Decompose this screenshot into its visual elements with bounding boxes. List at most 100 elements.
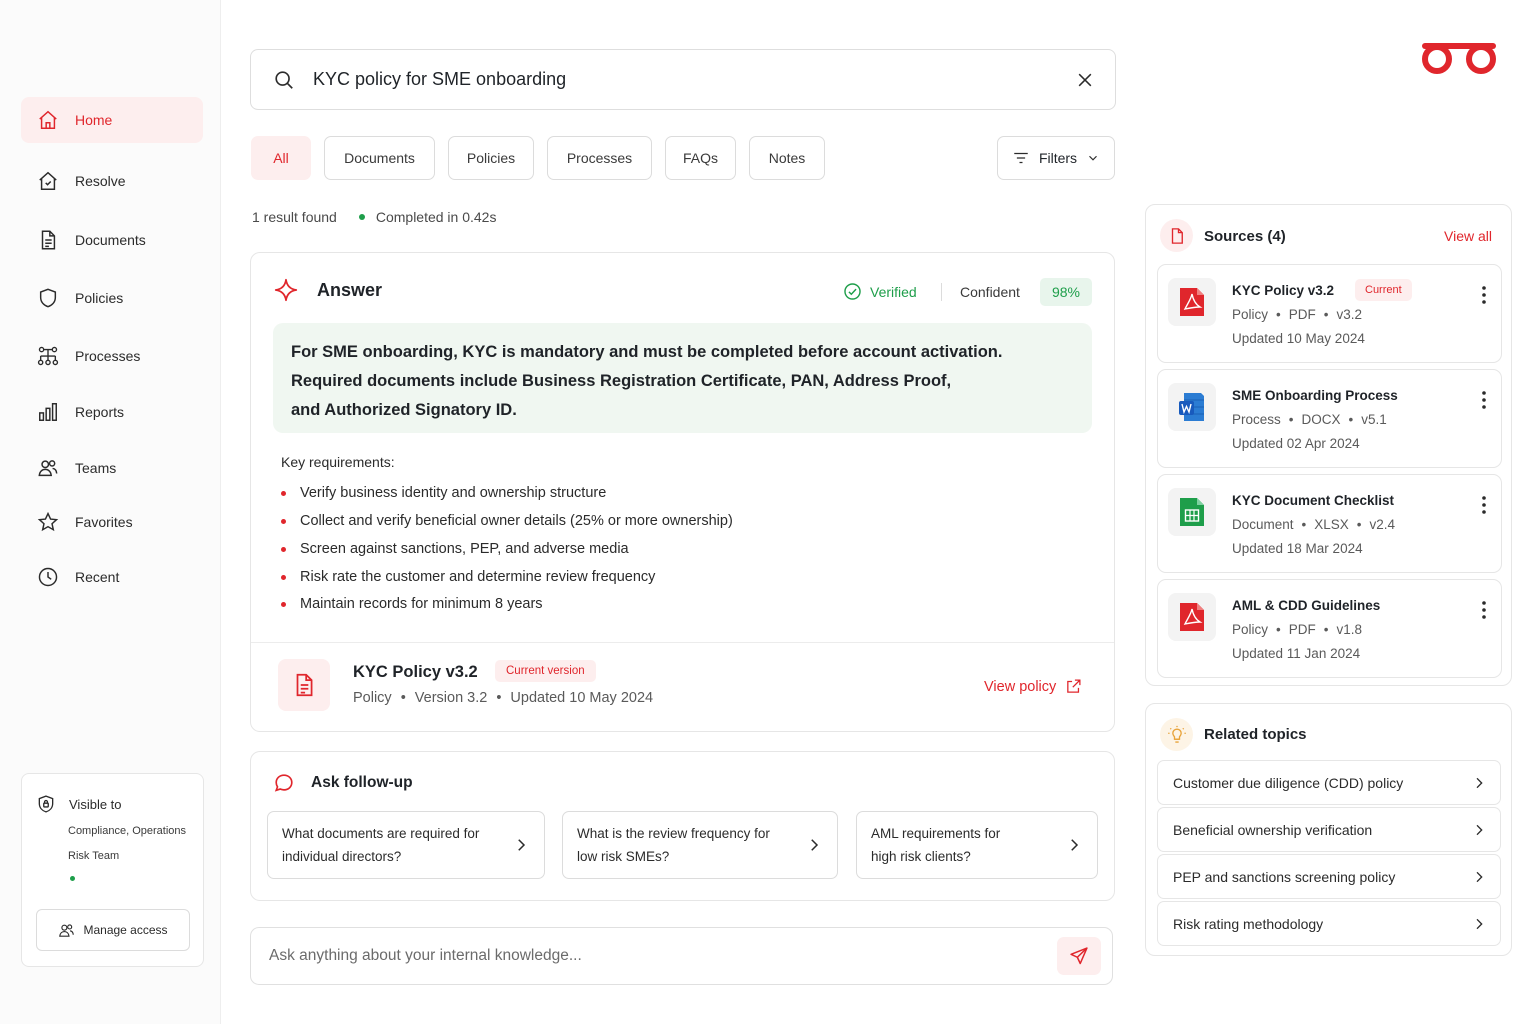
requirement-item: Maintain records for minimum 8 years (281, 596, 543, 612)
answer-summary-line: Required documents include Business Regi… (291, 372, 952, 390)
chevron-right-icon (1476, 824, 1483, 836)
ask-input[interactable]: Ask anything about your internal knowled… (269, 947, 582, 965)
bar-chart-icon (35, 399, 61, 425)
source-updated: Updated 10 May 2024 (1232, 331, 1365, 346)
status-dot (358, 214, 365, 220)
check-circle-icon (844, 283, 861, 300)
more-vertical-icon[interactable] (1481, 495, 1487, 515)
policy-file-icon (278, 659, 330, 711)
close-icon[interactable] (1075, 70, 1095, 90)
result-count: 1 result found (252, 209, 337, 225)
related-topics-panel: Related topics Customer due diligence (C… (1145, 703, 1512, 956)
chevron-down-icon (1089, 155, 1097, 161)
result-meta: 1 result found Completed in 0.42s (252, 209, 496, 225)
tab-processes[interactable]: Processes (547, 136, 652, 180)
chevron-right-icon (1476, 918, 1483, 930)
related-topic-item[interactable]: Beneficial ownership verification (1157, 807, 1501, 852)
external-link-icon (1067, 679, 1081, 693)
related-topic-item[interactable]: Risk rating methodology (1157, 901, 1501, 946)
sidebar-item-policies[interactable]: Policies (21, 275, 203, 321)
follow-up-question[interactable]: What is the review frequency for low ris… (562, 811, 838, 879)
source-meta: Policy • PDF • v3.2 (1232, 307, 1363, 322)
confidence-badge: 98% (1040, 278, 1092, 306)
filter-icon (1014, 152, 1028, 164)
view-policy-link[interactable]: View policy (984, 678, 1082, 695)
access-title: Visible to (36, 794, 122, 814)
bullet (281, 490, 286, 496)
related-topic-item[interactable]: Customer due diligence (CDD) policy (1157, 760, 1501, 805)
filters-button[interactable]: Filters (997, 136, 1115, 180)
answer-summary-line: For SME onboarding, KYC is mandatory and… (291, 343, 1003, 361)
view-all-link[interactable]: View all (1444, 228, 1492, 244)
source-card[interactable]: AML & CDD Guidelines Policy • PDF • v1.8 Upd… (1157, 579, 1502, 678)
sidebar-item-resolve[interactable]: Resolve (21, 158, 203, 204)
result-time: Completed in 0.42s (375, 209, 497, 225)
more-vertical-icon[interactable] (1481, 390, 1487, 410)
source-card[interactable]: KYC Policy v3.2 Current Policy • PDF • v3.2 … (1157, 264, 1502, 363)
follow-up-header: Ask follow-up (273, 772, 413, 794)
follow-up-card: Ask follow-up What documents are require… (250, 751, 1115, 901)
confidence-label: Confident (960, 284, 1020, 300)
home-icon (35, 107, 61, 133)
sidebar-item-label: Resolve (75, 173, 126, 189)
document-icon (296, 673, 313, 697)
sources-icon-wrap (1160, 219, 1193, 252)
bullet (281, 601, 286, 607)
sidebar-item-documents[interactable]: Documents (21, 217, 203, 263)
tab-faqs[interactable]: FAQs (665, 136, 736, 180)
bullet (281, 518, 286, 524)
source-updated: Updated 18 Mar 2024 (1232, 541, 1363, 556)
sidebar-item-label: Policies (75, 290, 124, 306)
tab-policies[interactable]: Policies (448, 136, 534, 180)
pdf-file-icon (1168, 278, 1216, 326)
related-topic-item[interactable]: PEP and sanctions screening policy (1157, 854, 1501, 899)
more-vertical-icon[interactable] (1481, 600, 1487, 620)
sidebar-item-label: Documents (75, 232, 146, 248)
status-dot (70, 876, 75, 881)
source-name: SME Onboarding Process (1232, 388, 1398, 403)
chevron-right-icon (1476, 871, 1483, 883)
search-bar[interactable]: KYC policy for SME onboarding (250, 49, 1116, 110)
chevron-right-icon (1476, 777, 1483, 789)
sidebar-item-processes[interactable]: Processes (21, 333, 203, 379)
sidebar-item-label: Processes (75, 348, 141, 364)
sidebar-item-favorites[interactable]: Favorites (21, 499, 203, 545)
source-name: KYC Policy v3.2 (1232, 283, 1335, 298)
chevron-right-icon (518, 839, 526, 851)
source-card[interactable]: SME Onboarding Process Process • DOCX • v5.1… (1157, 369, 1502, 468)
follow-up-question[interactable]: AML requirements for high risk clients? (856, 811, 1098, 879)
users-icon (35, 455, 61, 481)
source-updated: Updated 11 Jan 2024 (1232, 646, 1361, 661)
sidebar-item-label: Teams (75, 460, 117, 476)
lightbulb-icon-wrap (1160, 718, 1193, 751)
sidebar-item-teams[interactable]: Teams (21, 445, 203, 491)
send-button[interactable] (1057, 937, 1101, 975)
more-vertical-icon[interactable] (1481, 285, 1487, 305)
requirement-item: Risk rate the customer and determine rev… (281, 569, 655, 585)
answer-header: Answer (273, 277, 382, 303)
answer-summary-line: and Authorized Signatory ID. (291, 401, 517, 419)
chevron-right-icon (1071, 839, 1079, 851)
tab-notes[interactable]: Notes (749, 136, 825, 180)
search-input[interactable]: KYC policy for SME onboarding (313, 69, 1075, 90)
star-icon (35, 509, 61, 535)
requirement-item: Screen against sanctions, PEP, and adver… (281, 541, 629, 557)
follow-up-question[interactable]: What documents are required for individu… (267, 811, 545, 879)
shield-icon (35, 285, 61, 311)
resolve-icon (35, 168, 61, 194)
source-card[interactable]: KYC Document Checklist Document • XLSX • v2.… (1157, 474, 1502, 573)
tab-all[interactable]: All (251, 136, 311, 180)
sidebar-item-recent[interactable]: Recent (21, 554, 203, 600)
bullet (281, 546, 286, 552)
sidebar-item-reports[interactable]: Reports (21, 389, 203, 435)
sources-panel: Sources (4) View all KYC Policy v3.2 Cur… (1145, 204, 1512, 686)
tab-documents[interactable]: Documents (324, 136, 435, 180)
lightbulb-icon (1167, 725, 1186, 743)
source-name: AML & CDD Guidelines (1232, 598, 1381, 613)
manage-access-button[interactable]: Manage access (36, 909, 190, 951)
requirement-item: Verify business identity and ownership s… (281, 485, 606, 501)
current-version-badge: Current version (495, 660, 596, 682)
sidebar-item-label: Recent (75, 569, 120, 585)
sources-title: Sources (4) (1204, 228, 1286, 245)
sidebar-item-home[interactable]: Home (21, 97, 203, 143)
